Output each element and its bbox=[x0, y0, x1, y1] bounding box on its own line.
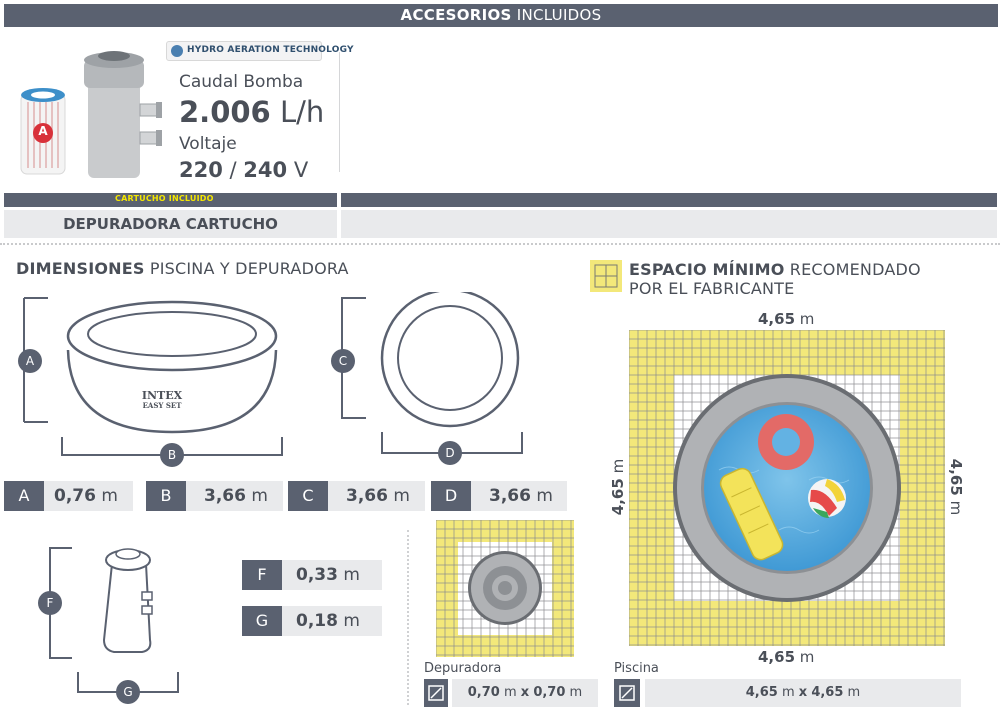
voltage-separator: / bbox=[229, 158, 237, 182]
spec-d: D 3,66 m bbox=[431, 481, 567, 511]
vertical-dotted-divider bbox=[407, 530, 409, 705]
spec-c-letter: C bbox=[288, 481, 328, 511]
space-title: ESPACIO MÍNIMO RECOMENDADO POR EL FABRIC… bbox=[629, 260, 921, 298]
spec-b-value: 3,66 bbox=[204, 486, 246, 506]
spec-f: F 0,33 m bbox=[242, 560, 382, 590]
filter-dimension-diagram bbox=[49, 547, 179, 693]
pool-area-value: 4,65 m x 4,65 m bbox=[645, 679, 961, 707]
pool-brand-logo: INTEX EASY SET bbox=[134, 390, 190, 410]
dimensions-title-rest: PISCINA Y DEPURADORA bbox=[144, 259, 349, 278]
spec-f-letter: F bbox=[242, 560, 282, 590]
spec-b: B 3,66 m bbox=[146, 481, 283, 511]
pool-side-diagram bbox=[23, 297, 283, 456]
voltage-label: Voltaje bbox=[179, 134, 237, 154]
spec-a-value: 0,76 bbox=[54, 486, 96, 506]
filter-cartridge-row: DEPURADORA CARTUCHO bbox=[4, 210, 337, 238]
voltage-unit: V bbox=[293, 158, 309, 182]
dimensions-title: DIMENSIONES PISCINA Y DEPURADORA bbox=[16, 259, 349, 278]
spec-c: C 3,66 m bbox=[288, 481, 425, 511]
space-title-rest: RECOMENDADO bbox=[784, 260, 921, 279]
pool-top-diagram bbox=[341, 292, 523, 454]
spec-a: A 0,76 m bbox=[4, 481, 133, 511]
spec-d-value: 3,66 bbox=[489, 486, 531, 506]
pool-area-icon bbox=[614, 679, 640, 707]
filter-area-icon bbox=[424, 679, 448, 707]
pool-caption: Piscina bbox=[614, 661, 659, 676]
filter-space-diagram bbox=[436, 520, 574, 657]
space-bottom-dimension: 4,65 m bbox=[758, 648, 815, 666]
space-top-dimension: 4,65 m bbox=[758, 310, 815, 328]
spec-c-value: 3,66 bbox=[346, 486, 388, 506]
filter-area-value: 0,70 m x 0,70 m bbox=[452, 679, 598, 707]
cartridge-letter: A bbox=[38, 124, 48, 138]
cartridge-included-label: CARTUCHO INCLUIDO bbox=[115, 194, 214, 203]
section-divider bbox=[339, 52, 340, 172]
space-title-line2: POR EL FABRICANTE bbox=[629, 279, 795, 298]
dimension-a-marker: A bbox=[18, 349, 42, 373]
pool-model: EASY SET bbox=[142, 401, 182, 410]
pool-space-diagram bbox=[629, 330, 945, 646]
flow-value-row: 2.006 L/h bbox=[179, 94, 324, 130]
filter-cartridge-label: DEPURADORA CARTUCHO bbox=[63, 215, 278, 233]
hydro-aeration-badge: HYDRO AERATION TECHNOLOGY bbox=[166, 41, 354, 61]
filter-pump-image bbox=[84, 51, 162, 178]
spec-g: G 0,18 m bbox=[242, 606, 382, 636]
spec-b-letter: B bbox=[146, 481, 186, 511]
flow-unit: L/h bbox=[279, 95, 325, 129]
dimension-c-marker: C bbox=[331, 349, 355, 373]
space-right-dimension: 4,65 m bbox=[947, 458, 965, 516]
dimension-f-marker: F bbox=[38, 591, 62, 615]
flow-label: Caudal Bomba bbox=[179, 72, 304, 92]
pool-brand: INTEX bbox=[141, 389, 183, 402]
dimension-g-marker: G bbox=[116, 680, 140, 704]
header-strong: ACCESORIOS bbox=[400, 6, 512, 24]
grid-legend-icon bbox=[590, 260, 622, 292]
filter-caption: Depuradora bbox=[424, 661, 502, 676]
voltage-value-1: 220 bbox=[179, 158, 223, 182]
spec-g-value: 0,18 bbox=[296, 611, 338, 631]
dotted-separator bbox=[0, 243, 1000, 245]
spec-d-letter: D bbox=[431, 481, 471, 511]
space-title-strong: ESPACIO MÍNIMO bbox=[629, 260, 785, 279]
header-rest: INCLUIDOS bbox=[511, 6, 602, 24]
spec-f-value: 0,33 bbox=[296, 565, 338, 585]
voltage-value-2: 240 bbox=[243, 158, 288, 182]
dimension-b-marker: B bbox=[160, 443, 184, 467]
dimensions-title-strong: DIMENSIONES bbox=[16, 259, 145, 278]
accessories-header: ACCESORIOS INCLUIDOS bbox=[4, 4, 998, 27]
voltage-value-row: 220 / 240 V bbox=[179, 156, 308, 184]
space-left-dimension: 4,65 m bbox=[609, 458, 627, 516]
hydro-logo-icon bbox=[171, 45, 183, 57]
hydro-badge-text: HYDRO AERATION TECHNOLOGY bbox=[187, 45, 354, 55]
cartridge-bar-right bbox=[341, 193, 997, 207]
filter-row-right bbox=[341, 210, 997, 238]
flow-value: 2.006 bbox=[179, 95, 271, 129]
spec-g-letter: G bbox=[242, 606, 282, 636]
dimension-d-marker: D bbox=[438, 441, 462, 465]
cartridge-bar-left: CARTUCHO INCLUIDO bbox=[4, 193, 337, 207]
spec-a-letter: A bbox=[4, 481, 44, 511]
